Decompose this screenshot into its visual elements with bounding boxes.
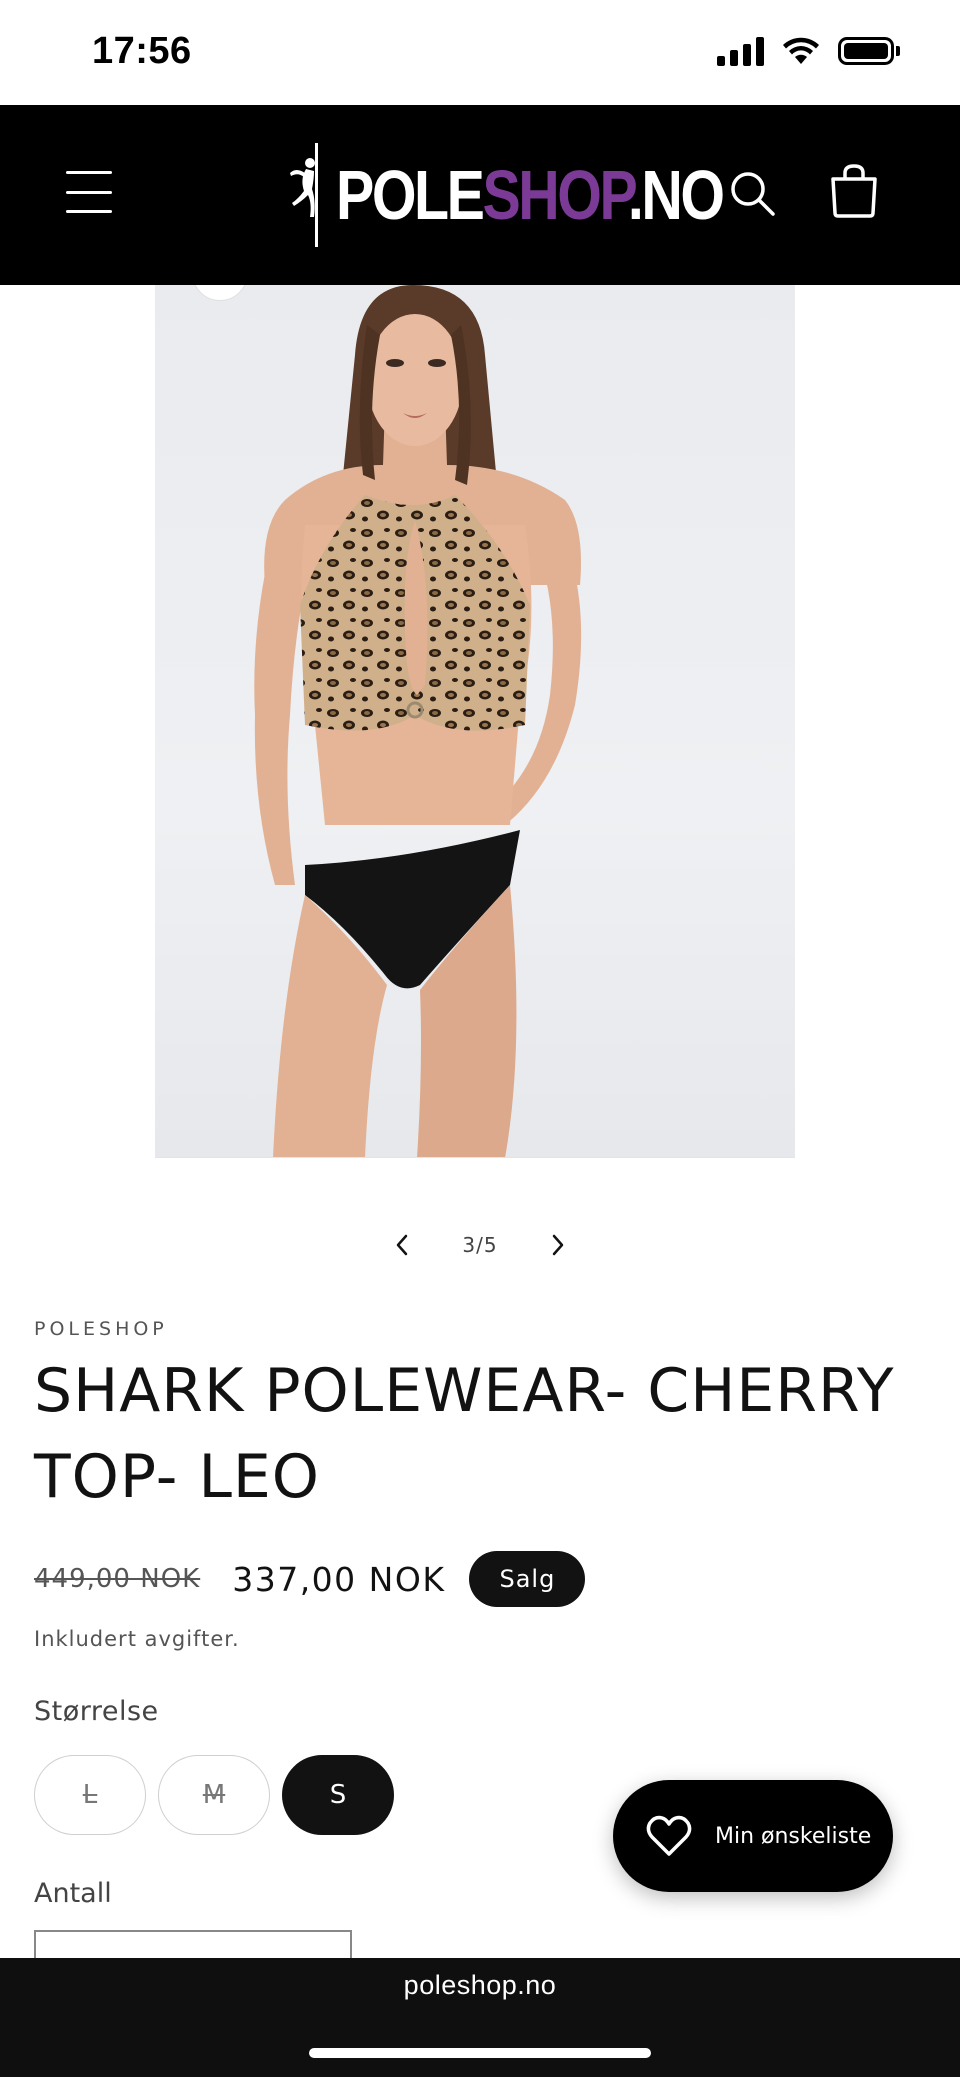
- heart-icon: [646, 1815, 692, 1856]
- sale-badge: Salg: [469, 1551, 586, 1607]
- site-header: POLESHOP.NO: [0, 105, 960, 285]
- size-option-m[interactable]: M: [158, 1755, 270, 1835]
- battery-icon: [838, 37, 900, 65]
- search-button[interactable]: [728, 169, 778, 219]
- status-icons: [717, 36, 900, 66]
- home-indicator[interactable]: [309, 2048, 651, 2058]
- wishlist-button[interactable]: Min ønskeliste: [613, 1780, 893, 1892]
- size-label: Størrelse: [34, 1696, 159, 1727]
- price-row: 449,00 NOK 337,00 NOK Salg: [34, 1550, 586, 1608]
- menu-button[interactable]: [66, 171, 112, 213]
- menu-icon: [66, 171, 112, 174]
- gallery-slider-nav: 3/5: [0, 1222, 960, 1268]
- product-vendor: POLESHOP: [34, 1318, 168, 1340]
- cart-button[interactable]: [828, 163, 880, 219]
- status-time: 17:56: [92, 30, 192, 72]
- next-slide-button[interactable]: [535, 1222, 581, 1268]
- chevron-left-icon: [396, 1234, 408, 1256]
- product-title: SHARK POLEWEAR- CHERRY TOP- LEO: [34, 1356, 895, 1512]
- size-options: L M S: [34, 1755, 394, 1835]
- product-image[interactable]: [155, 285, 795, 1158]
- chevron-right-icon: [552, 1234, 564, 1256]
- product-photo: [254, 285, 582, 1157]
- cellular-signal-icon: [717, 36, 764, 66]
- original-price: 449,00 NOK: [34, 1564, 201, 1594]
- cart-icon: [831, 164, 877, 218]
- previous-slide-button[interactable]: [379, 1222, 425, 1268]
- size-option-l[interactable]: L: [34, 1755, 146, 1835]
- wishlist-label: Min ønskeliste: [715, 1823, 872, 1849]
- slide-counter: 3/5: [462, 1233, 498, 1257]
- quantity-label: Antall: [34, 1878, 112, 1909]
- url-text: poleshop.no: [403, 1970, 557, 2000]
- search-icon: [731, 172, 775, 216]
- pole-dancer-logo-icon: [290, 143, 318, 247]
- sale-price: 337,00 NOK: [232, 1559, 446, 1599]
- wifi-icon: [783, 37, 819, 64]
- browser-address-bar[interactable]: poleshop.no: [0, 1958, 960, 2077]
- status-bar: 17:56: [0, 0, 960, 105]
- size-option-s[interactable]: S: [282, 1755, 394, 1835]
- tax-note: Inkludert avgifter.: [34, 1627, 240, 1651]
- logo-wordmark: POLESHOP.NO: [336, 156, 725, 234]
